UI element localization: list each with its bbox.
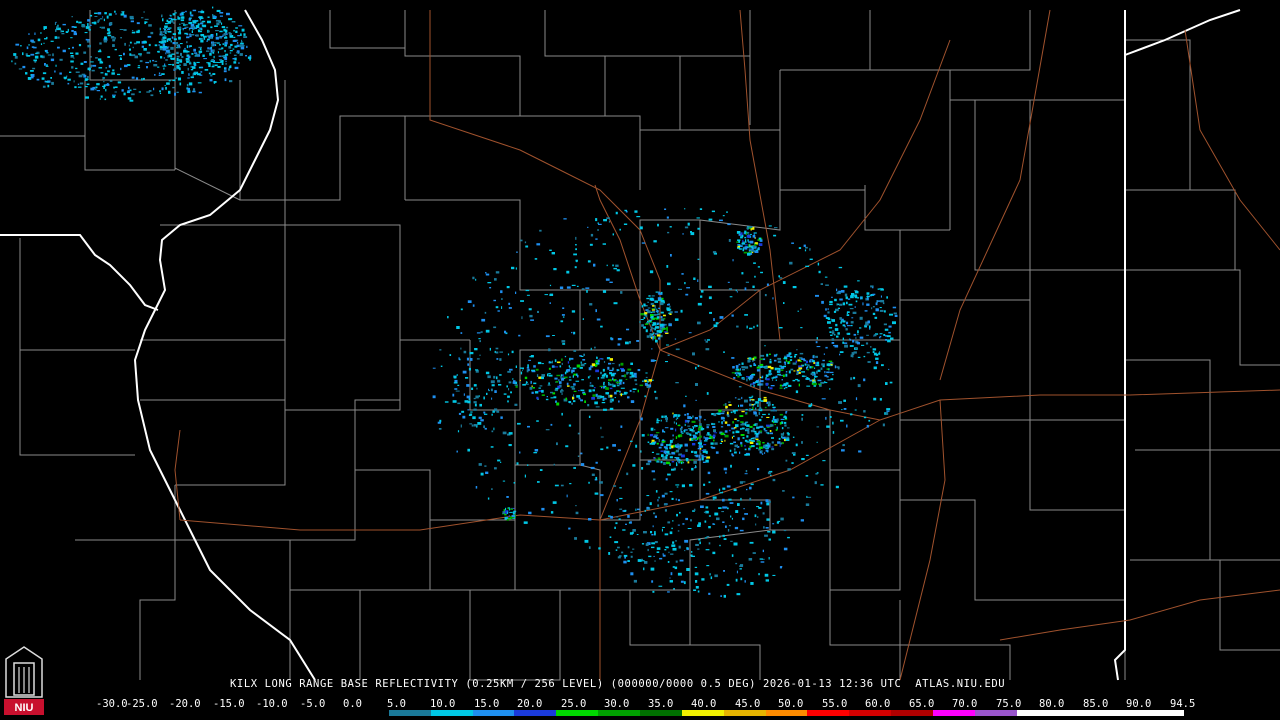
scale-label: -15.0 <box>213 698 245 710</box>
scale-label: -25.0 <box>126 698 158 710</box>
scale-label: 80.0 <box>1039 698 1065 710</box>
colorbar-segment <box>137 710 180 716</box>
scale-label: 55.0 <box>822 698 848 710</box>
scale-label: 70.0 <box>952 698 978 710</box>
scale-label: 0.0 <box>343 698 362 710</box>
scale-label: 30.0 <box>604 698 630 710</box>
colorbar-segment <box>305 710 348 716</box>
radar-map <box>0 6 1280 681</box>
colorbar-segment <box>263 710 306 716</box>
colorbar-segment <box>974 710 1017 716</box>
scale-label: 15.0 <box>474 698 500 710</box>
scale-label: 50.0 <box>778 698 804 710</box>
product-caption: KILX LONG RANGE BASE REFLECTIVITY (0.25K… <box>230 678 1006 690</box>
colorbar-segment <box>681 710 724 716</box>
colorbar-segment <box>179 710 222 716</box>
scale-label: 75.0 <box>996 698 1022 710</box>
scale-label: -30.0 <box>96 698 128 710</box>
colorbar-segment <box>472 710 515 716</box>
scale-label: 90.0 <box>1126 698 1152 710</box>
niu-tower-logo: NIU <box>2 645 46 717</box>
colorbar-segment <box>849 710 892 716</box>
colorbar-segment <box>891 710 933 716</box>
scale-label: 20.0 <box>517 698 543 710</box>
colorbar-segment <box>598 710 640 716</box>
scale-label: 94.5 <box>1170 698 1196 710</box>
radar-echoes <box>11 6 898 598</box>
scale-label: 40.0 <box>691 698 717 710</box>
colorbar-segment <box>1100 710 1143 716</box>
scale-label: 25.0 <box>561 698 587 710</box>
colorbar-segment <box>807 710 850 716</box>
reflectivity-colorbar <box>96 710 1184 716</box>
scale-label: -10.0 <box>256 698 288 710</box>
colorbar-segment <box>1142 710 1184 716</box>
colorbar-segment <box>347 710 389 716</box>
colorbar-segment <box>932 710 975 716</box>
colorbar-segment <box>639 710 682 716</box>
colorbar-segment <box>96 710 138 716</box>
colorbar-segment <box>723 710 766 716</box>
scale-label: 65.0 <box>909 698 935 710</box>
colorbar-segment <box>388 710 431 716</box>
scale-label: 5.0 <box>387 698 406 710</box>
scale-label: 35.0 <box>648 698 674 710</box>
colorbar-segment <box>514 710 557 716</box>
scale-label: 85.0 <box>1083 698 1109 710</box>
scale-label: -20.0 <box>169 698 201 710</box>
reflectivity-scale-labels: -30.0 -25.0 -20.0 -15.0 -10.0 -5.0 0.0 5.0 10.0 1… <box>96 698 1196 710</box>
colorbar-segment <box>221 710 264 716</box>
scale-label: 10.0 <box>430 698 456 710</box>
colorbar-segment <box>556 710 599 716</box>
county-boundaries <box>0 10 1280 681</box>
logo-text: NIU <box>15 702 34 714</box>
scale-label: 60.0 <box>865 698 891 710</box>
colorbar-segment <box>1016 710 1059 716</box>
highways <box>174 9 1280 681</box>
colorbar-segment <box>765 710 808 716</box>
colorbar-segment <box>1058 710 1101 716</box>
scale-label: -5.0 <box>300 698 326 710</box>
scale-label: 45.0 <box>735 698 761 710</box>
colorbar-segment <box>430 710 473 716</box>
